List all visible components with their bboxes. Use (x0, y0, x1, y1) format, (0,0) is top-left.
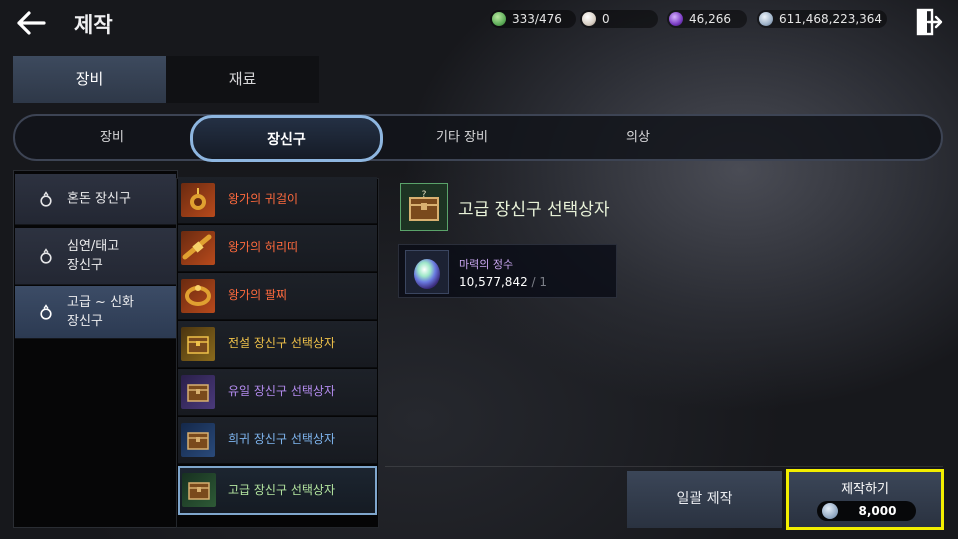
green-gem-icon (492, 12, 506, 26)
silver-coin-icon (759, 12, 773, 26)
top-bar: 제작 333/476 0 46,266 611,468,223,364 (0, 0, 958, 46)
purple-crystal-counter: 46,266 (667, 10, 747, 28)
svg-text:?: ? (422, 190, 427, 200)
list-item[interactable]: 전설 장신구 선택상자 (178, 321, 377, 368)
exit-door-icon[interactable] (914, 7, 944, 37)
ring-icon (40, 304, 52, 320)
craft-button[interactable]: 제작하기 8,000 (786, 469, 944, 530)
category-label: 고급 ~ 신화 장신구 (67, 295, 134, 329)
category-label: 심연/태고 장신구 (67, 239, 120, 273)
material-count: 10,577,842 / 1 (459, 275, 547, 289)
list-item-selected[interactable]: 고급 장신구 선택상자 (178, 466, 377, 515)
main-tab-bar: 장비 재료 (13, 56, 319, 103)
craft-cost-value: 8,000 (858, 504, 897, 518)
category-advanced-mythic-accessory[interactable]: 고급 ~ 신화 장신구 (15, 286, 176, 339)
item-name: 왕가의 귀걸이 (228, 192, 299, 206)
material-owned: 10,577,842 (459, 275, 528, 289)
list-item[interactable]: 왕가의 귀걸이 (178, 177, 377, 224)
royal-bracelet-icon (181, 279, 215, 313)
silver-counter: 611,468,223,364 (757, 10, 887, 28)
material-requirement: 마력의 정수 10,577,842 / 1 (398, 244, 617, 298)
purple-orb-icon (669, 12, 683, 26)
pearl-counter: 0 (580, 10, 658, 28)
item-name: 유일 장신구 선택상자 (228, 384, 335, 398)
royal-belt-icon (181, 231, 215, 265)
treasure-chest-icon (182, 473, 216, 507)
subtab-costume[interactable]: 의상 (563, 116, 713, 159)
item-name: 고급 장신구 선택상자 (228, 483, 335, 497)
treasure-chest-icon: ? (400, 183, 448, 231)
treasure-chest-icon (181, 327, 215, 361)
list-item[interactable]: 왕가의 허리띠 (178, 225, 377, 272)
subtab-other-equipment[interactable]: 기타 장비 (387, 116, 537, 159)
subtab-accessories[interactable]: 장신구 (190, 115, 383, 162)
page-title: 제작 (74, 13, 113, 37)
category-chaos-accessory[interactable]: 혼돈 장신구 (15, 174, 176, 225)
craft-button-label: 제작하기 (841, 482, 889, 497)
subtab-equipment[interactable]: 장비 (37, 116, 187, 159)
sub-tab-bar: 장비 장신구 기타 장비 의상 (13, 114, 943, 162)
treasure-chest-icon (181, 423, 215, 457)
material-name: 마력의 정수 (459, 258, 514, 271)
magic-essence-orb-icon (405, 250, 449, 294)
ring-icon (40, 248, 52, 264)
tab-materials[interactable]: 재료 (166, 56, 319, 103)
list-item[interactable]: 희귀 장신구 선택상자 (178, 417, 377, 464)
detail-item-title: 고급 장신구 선택상자 (458, 200, 610, 220)
list-item[interactable]: 왕가의 팔찌 (178, 273, 377, 320)
bulk-craft-button[interactable]: 일괄 제작 (627, 471, 782, 528)
item-name: 희귀 장신구 선택상자 (228, 432, 335, 446)
divider (385, 466, 943, 467)
ring-icon (40, 191, 52, 207)
item-name: 왕가의 허리띠 (228, 240, 299, 254)
treasure-chest-icon (181, 375, 215, 409)
item-name: 전설 장신구 선택상자 (228, 336, 335, 350)
craft-cost-pill: 8,000 (817, 501, 916, 521)
back-arrow-icon[interactable] (14, 8, 48, 38)
craft-item-list: 왕가의 귀걸이 왕가의 허리띠 왕가의 팔찌 전설 장신구 선택상자 유일 장신… (176, 177, 379, 528)
silver-coin-icon (822, 503, 838, 519)
category-abyss-primal-accessory[interactable]: 심연/태고 장신구 (15, 228, 176, 285)
stamina-counter: 333/476 (490, 10, 576, 28)
material-required: / 1 (527, 275, 548, 289)
list-item[interactable]: 유일 장신구 선택상자 (178, 369, 377, 416)
royal-earring-icon (181, 183, 215, 217)
category-label: 혼돈 장신구 (67, 191, 131, 207)
pearl-icon (582, 12, 596, 26)
tab-equipment[interactable]: 장비 (13, 56, 166, 103)
item-name: 왕가의 팔찌 (228, 288, 288, 302)
category-list: 혼돈 장신구 심연/태고 장신구 고급 ~ 신화 장신구 (13, 170, 178, 528)
